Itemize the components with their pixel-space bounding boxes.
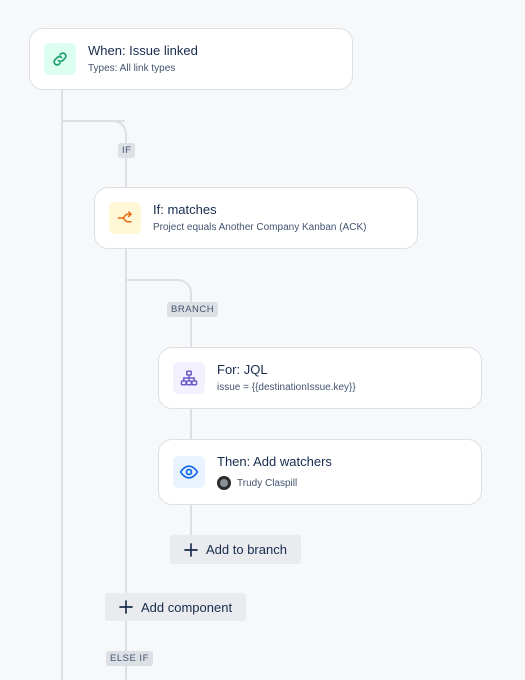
eye-icon [173, 456, 205, 488]
add-component-label: Add component [141, 599, 233, 615]
branch-for-title: For: JQL [217, 362, 268, 377]
branch-connector-down [190, 317, 192, 348]
automation-canvas: When: Issue linked Types: All link types… [0, 0, 525, 680]
add-component-button[interactable]: Add component [105, 593, 246, 621]
trigger-title: When: Issue linked [88, 43, 198, 58]
branch-connector-curve [175, 279, 192, 303]
else-if-label: ELSE IF [106, 651, 153, 666]
condition-title: If: matches [153, 202, 217, 217]
condition-card[interactable]: If: matches Project equals Another Compa… [94, 187, 418, 249]
if-label: IF [118, 143, 136, 158]
trigger-subtitle: Types: All link types [88, 63, 176, 74]
action-to-add-connector [190, 505, 192, 535]
add-to-branch-button[interactable]: Add to branch [170, 535, 301, 564]
branch-for-subtitle: issue = {{destinationIssue.key}} [217, 382, 356, 393]
hierarchy-icon [173, 362, 205, 394]
branch-label: BRANCH [167, 302, 219, 317]
add-to-branch-label: Add to branch [206, 542, 287, 557]
plus-icon [119, 600, 133, 614]
avatar [217, 476, 231, 490]
link-icon [44, 43, 76, 75]
for-to-action-connector [190, 409, 192, 440]
branch-connector-horizontal [126, 279, 176, 281]
trigger-card[interactable]: When: Issue linked Types: All link types [29, 28, 353, 90]
branch-split-icon [109, 202, 141, 234]
action-card[interactable]: Then: Add watchers Trudy Claspill [158, 439, 482, 505]
action-title: Then: Add watchers [217, 454, 332, 469]
action-user: Trudy Claspill [217, 476, 332, 490]
action-user-name: Trudy Claspill [237, 477, 298, 489]
condition-subtitle: Project equals Another Company Kanban (A… [153, 222, 367, 233]
main-connector [61, 90, 63, 680]
if-connector-down [125, 158, 127, 188]
branch-for-card[interactable]: For: JQL issue = {{destinationIssue.key}… [158, 347, 482, 409]
plus-icon [184, 542, 198, 557]
